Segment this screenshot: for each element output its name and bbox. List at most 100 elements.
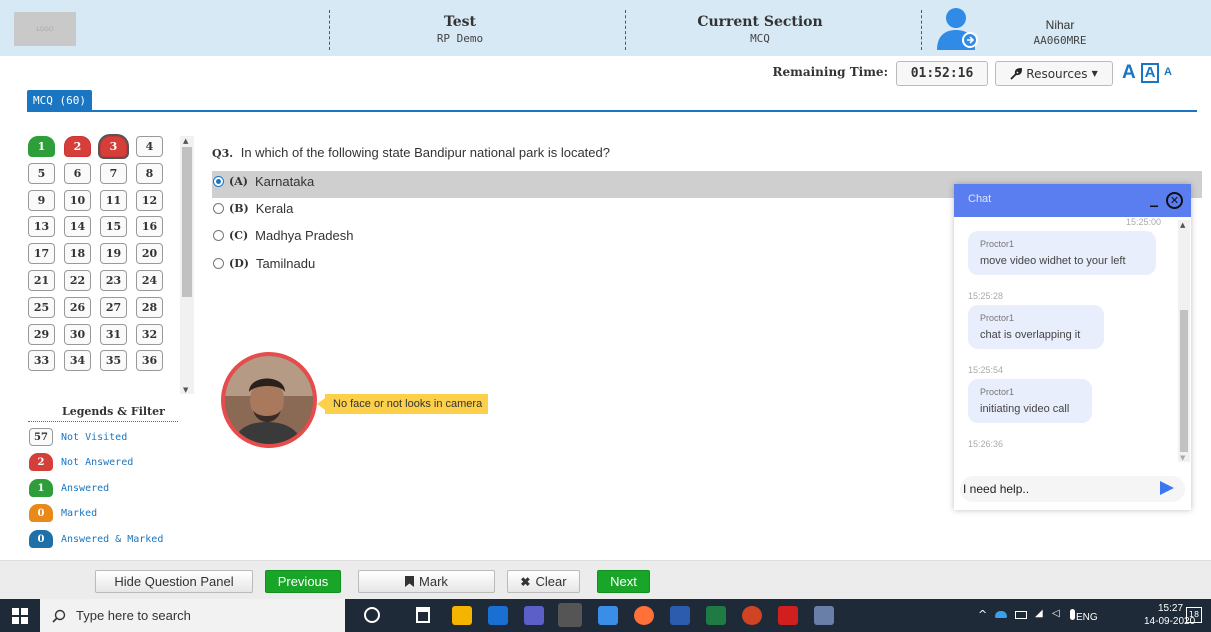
taskbar-search[interactable]: Type here to search (40, 599, 345, 632)
file-explorer-icon[interactable] (452, 606, 472, 625)
word-icon[interactable] (670, 606, 690, 625)
next-button[interactable]: Next (597, 570, 650, 593)
tab-mcq[interactable]: MCQ (60) (27, 90, 92, 110)
legend-item[interactable]: 57 Not Visited (29, 428, 127, 446)
font-large-button[interactable]: A (1122, 62, 1136, 84)
resources-button[interactable]: Resources ▼ (995, 61, 1113, 86)
outlook-icon[interactable] (488, 606, 508, 625)
question-button[interactable]: 15 (100, 216, 127, 238)
question-button[interactable]: 31 (100, 323, 127, 345)
font-medium-button[interactable]: A (1141, 63, 1159, 83)
scroll-down-icon[interactable]: ▼ (183, 386, 188, 394)
question-button[interactable]: 24 (136, 270, 163, 291)
chat-input[interactable]: I need help.. (960, 476, 1185, 502)
question-button[interactable]: 5 (28, 162, 55, 184)
acrobat-icon[interactable] (778, 606, 798, 625)
legend-label: Answered & Marked (61, 533, 164, 545)
volume-icon[interactable]: ◁ (1052, 608, 1060, 619)
question-button[interactable]: 32 (136, 323, 163, 345)
legend-label: Not Visited (61, 431, 128, 443)
question-button[interactable]: 27 (100, 296, 127, 318)
option-b[interactable]: (B) Kerala (213, 201, 293, 216)
question-button[interactable]: 3 (100, 136, 127, 157)
question-button[interactable]: 16 (136, 216, 163, 238)
radio-button[interactable] (213, 176, 224, 187)
chat-scroll-up-icon[interactable]: ▲ (1180, 221, 1185, 229)
minimize-icon[interactable]: _ (1150, 188, 1158, 207)
question-button[interactable]: 14 (64, 216, 91, 238)
close-icon[interactable]: ✕ (1166, 192, 1183, 209)
hide-question-panel-button[interactable]: Hide Question Panel (95, 570, 253, 593)
question-button[interactable]: 22 (64, 270, 91, 291)
question-button[interactable]: 9 (28, 189, 55, 211)
tray-chevron-icon[interactable]: ^ (978, 608, 987, 621)
language-indicator[interactable]: ENG (1076, 612, 1098, 623)
firefox-icon[interactable] (634, 606, 654, 625)
option-d[interactable]: (D) Tamilnadu (213, 256, 315, 271)
network-icon[interactable]: ◢ (1035, 608, 1043, 619)
question-button[interactable]: 34 (64, 350, 91, 372)
legend-count-badge: 0 (29, 504, 53, 522)
microphone-icon[interactable] (1070, 609, 1075, 620)
send-icon[interactable] (1160, 481, 1174, 495)
legend-item[interactable]: 1 Answered (29, 479, 109, 497)
question-button[interactable]: 10 (64, 189, 91, 211)
webcam-face-image (225, 356, 313, 444)
question-button[interactable]: 20 (136, 243, 163, 265)
question-button[interactable]: 26 (64, 296, 91, 318)
question-button[interactable]: 23 (100, 270, 127, 291)
app-icon[interactable] (598, 606, 618, 625)
onedrive-icon[interactable] (995, 611, 1007, 618)
windows-start-icon[interactable] (12, 608, 28, 624)
excel-icon[interactable] (706, 606, 726, 625)
radio-button[interactable] (213, 203, 224, 214)
question-button[interactable]: 7 (100, 162, 127, 184)
question-button[interactable]: 12 (136, 189, 163, 211)
question-button[interactable]: 36 (136, 350, 163, 372)
question-button[interactable]: 18 (64, 243, 91, 265)
question-button[interactable]: 2 (64, 136, 91, 157)
user-avatar-icon[interactable] (935, 6, 981, 52)
chat-scroll-thumb[interactable] (1180, 310, 1188, 452)
cortana-icon[interactable] (364, 607, 380, 623)
powerpoint-icon[interactable] (742, 606, 762, 625)
scroll-up-icon[interactable]: ▲ (183, 137, 188, 145)
question-button[interactable]: 8 (136, 162, 163, 184)
question-button[interactable]: 30 (64, 323, 91, 345)
hide-panel-label: Hide Question Panel (114, 574, 234, 589)
option-a[interactable]: (A) Karnataka (213, 174, 314, 189)
question-button[interactable]: 19 (100, 243, 127, 265)
legend-item[interactable]: 2 Not Answered (29, 453, 133, 471)
paint-icon[interactable] (814, 606, 834, 625)
question-button[interactable]: 33 (28, 350, 55, 372)
task-view-icon[interactable] (416, 607, 430, 623)
question-button[interactable]: 11 (100, 189, 127, 211)
radio-button[interactable] (213, 258, 224, 269)
question-button[interactable]: 1 (28, 136, 55, 157)
clear-button[interactable]: ✖ Clear (507, 570, 580, 593)
legend-item[interactable]: 0 Answered & Marked (29, 530, 163, 548)
question-button[interactable]: 13 (28, 216, 55, 238)
question-button[interactable]: 35 (100, 350, 127, 372)
webcam-video[interactable] (221, 352, 317, 448)
teams-icon[interactable] (524, 606, 544, 625)
chrome-icon[interactable] (558, 603, 582, 627)
option-c[interactable]: (C) Madhya Pradesh (213, 228, 353, 243)
palette-scroll-thumb[interactable] (182, 147, 192, 297)
question-button[interactable]: 28 (136, 296, 163, 318)
question-button[interactable]: 25 (28, 296, 55, 318)
font-small-button[interactable]: A (1164, 66, 1172, 78)
question-button[interactable]: 4 (136, 136, 163, 157)
battery-icon[interactable] (1015, 611, 1027, 619)
clock[interactable]: 15:27 14-09-2020 (1144, 602, 1208, 628)
mark-button[interactable]: Mark (358, 570, 495, 593)
question-button[interactable]: 17 (28, 243, 55, 265)
legend-item[interactable]: 0 Marked (29, 504, 97, 522)
question-button[interactable]: 21 (28, 270, 55, 291)
previous-button[interactable]: Previous (265, 570, 341, 593)
question-button[interactable]: 6 (64, 162, 91, 184)
message-timestamp: 15:26:36 (968, 439, 1004, 449)
chat-scroll-down-icon[interactable]: ▼ (1180, 454, 1185, 462)
radio-button[interactable] (213, 230, 224, 241)
question-button[interactable]: 29 (28, 323, 55, 345)
